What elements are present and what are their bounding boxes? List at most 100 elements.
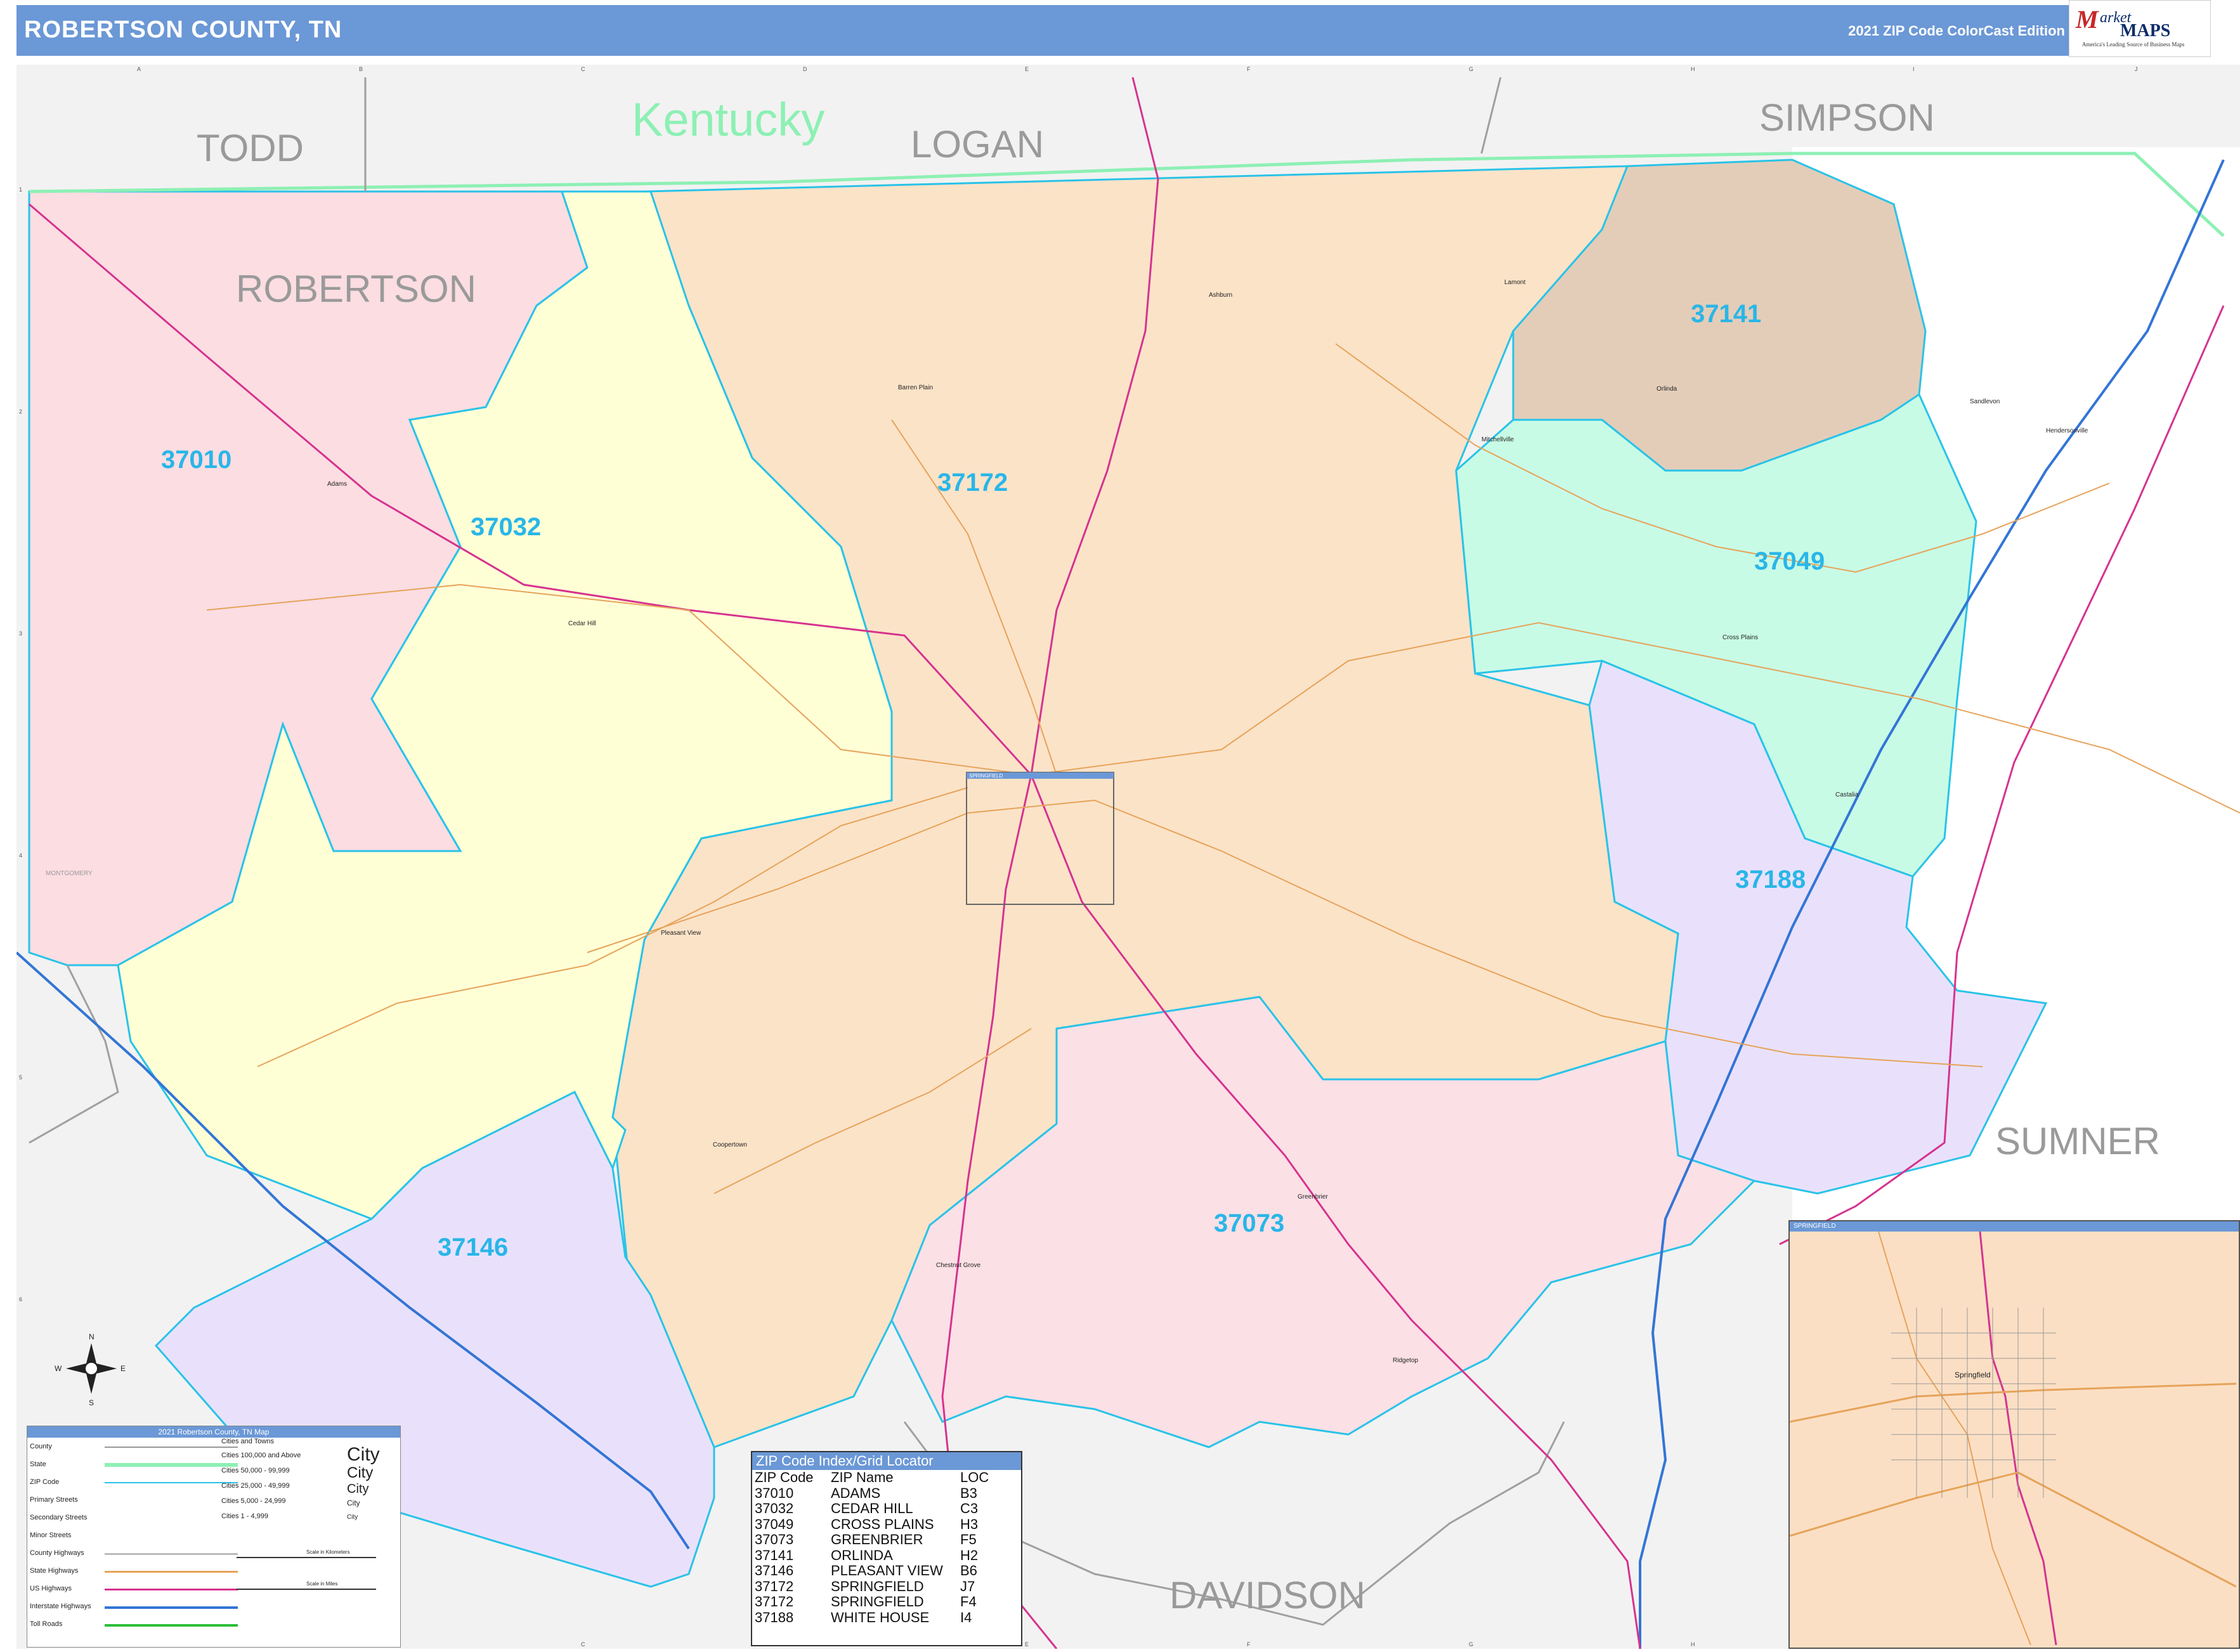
logo-tagline: America's Leading Source of Business Map… — [2082, 41, 2185, 48]
name-cell: GREENBRIER — [831, 1532, 923, 1547]
town-sandlevon: Sandlevon — [1970, 398, 2000, 405]
table-row: 37172 SPRINGFIELD J7 — [755, 1578, 989, 1595]
grid-col-label: G — [1469, 66, 1473, 72]
zip-cell: 37049 — [755, 1516, 794, 1532]
loc-cell: B3 — [960, 1485, 977, 1501]
zip-index-col-name: ZIP Name — [831, 1469, 894, 1485]
table-row: 37032 CEDAR HILL C3 — [755, 1500, 989, 1517]
loc-cell: H2 — [960, 1547, 979, 1563]
zip-label-37010: 37010 — [161, 446, 231, 474]
grid-col-label: A — [137, 66, 141, 72]
name-cell: ORLINDA — [831, 1547, 893, 1563]
name-cell: CROSS PLAINS — [831, 1516, 934, 1532]
label-logan: LOGAN — [911, 123, 1044, 166]
grid-col-label: H — [1691, 66, 1695, 72]
legend-scale-bar-km — [237, 1557, 376, 1558]
name-cell: ADAMS — [831, 1485, 881, 1501]
label-sumner: SUMNER — [1995, 1120, 2160, 1162]
zip-label-37172: 37172 — [937, 469, 1008, 497]
zip-label-37188: 37188 — [1735, 866, 1806, 894]
label-kentucky: Kentucky — [632, 93, 824, 146]
legend-swatch-state-hwy — [105, 1571, 238, 1573]
map-legend: 2021 Robertson County, TN Map County Sta… — [27, 1426, 401, 1648]
inset-city-label: Springfield — [1955, 1370, 1991, 1379]
edition-label: 2021 ZIP Code ColorCast Edition — [1848, 23, 2065, 39]
zip-label-37146: 37146 — [438, 1233, 508, 1261]
legend-city-1: Cities 100,000 and Above — [221, 1452, 301, 1459]
town-cross-plains: Cross Plains — [1722, 634, 1758, 641]
legend-city-3: Cities 25,000 - 49,999 — [221, 1482, 290, 1490]
compass-w: W — [55, 1364, 62, 1373]
inset-state-highway-2 — [1789, 1471, 2237, 1588]
legend-swatch-zip — [105, 1482, 238, 1483]
town-barren-plain: Barren Plain — [898, 384, 933, 391]
compass-n: N — [89, 1332, 94, 1341]
name-cell: PLEASANT VIEW — [831, 1563, 943, 1578]
grid-row-label: 4 — [19, 852, 22, 859]
table-row: 37188 WHITE HOUSE I4 — [755, 1610, 989, 1626]
zip-cell: 37141 — [755, 1547, 794, 1563]
zip-code-index: ZIP Code Index/Grid Locator ZIP Code ZIP… — [751, 1451, 1022, 1646]
table-row: 37073 GREENBRIER F5 — [755, 1532, 989, 1548]
grid-row-label: 2 — [19, 408, 22, 415]
zip-index-header-row: ZIP Code ZIP Name LOC — [755, 1469, 989, 1486]
legend-county-hwy: County Highways — [30, 1549, 84, 1557]
legend-primary: Primary Streets — [30, 1496, 78, 1504]
grid-row-label: 1 — [19, 186, 22, 193]
zip-cell: 37188 — [755, 1609, 794, 1625]
inset-street-grid — [1891, 1308, 2056, 1498]
town-pleasant-view: Pleasant View — [661, 930, 701, 937]
legend-scale-km: Scale in Kilometers — [306, 1549, 350, 1555]
name-cell: SPRINGFIELD — [831, 1594, 924, 1610]
loc-cell: I4 — [960, 1609, 972, 1625]
name-cell: WHITE HOUSE — [831, 1609, 930, 1625]
zip-label-37141: 37141 — [1691, 300, 1761, 328]
grid-col-label: C — [581, 66, 585, 72]
town-hendersonville: Hendersonville — [2046, 427, 2088, 434]
grid-row-label: 3 — [19, 630, 22, 637]
legend-swatch-interstate — [105, 1606, 238, 1609]
legend-county: County — [30, 1443, 52, 1450]
town-chestnut-grove: Chestnut Grove — [936, 1262, 980, 1269]
table-row: 37049 CROSS PLAINS H3 — [755, 1516, 989, 1533]
legend-us-hwy: US Highways — [30, 1585, 72, 1592]
table-row: 37172 SPRINGFIELD F4 — [755, 1594, 989, 1610]
table-row: 37010 ADAMS B3 — [755, 1485, 989, 1502]
label-davidson: DAVIDSON — [1169, 1574, 1365, 1616]
legend-state-hwy: State Highways — [30, 1567, 79, 1575]
zip-index-title: ZIP Code Index/Grid Locator — [752, 1452, 1021, 1470]
grid-col-label: D — [803, 66, 807, 72]
table-row: 37141 ORLINDA H2 — [755, 1547, 989, 1564]
logo-maps: MAPS — [2120, 21, 2171, 41]
town-coopertown: Coopertown — [713, 1141, 747, 1148]
grid-col-label: C — [581, 1641, 585, 1648]
zip-label-37049: 37049 — [1754, 547, 1825, 575]
grid-col-label: J — [2135, 66, 2138, 72]
zip-cell: 37010 — [755, 1485, 794, 1501]
label-todd: TODD — [197, 127, 304, 169]
inset-state-highway-1 — [1789, 1382, 2237, 1423]
springfield-locator-label: SPRINGFIELD — [969, 773, 1003, 779]
grid-col-label: E — [1025, 66, 1029, 72]
map-title: ROBERTSON COUNTY, TN — [24, 16, 342, 43]
town-greenbrier: Greenbrier — [1298, 1193, 1328, 1200]
market-maps-logo: M arket MAPS America's Leading Source of… — [2069, 0, 2211, 57]
legend-city-sample-3: City — [347, 1482, 369, 1496]
grid-col-label: G — [1469, 1641, 1473, 1648]
grid-col-label: E — [1025, 1641, 1029, 1648]
zip-label-37073: 37073 — [1214, 1209, 1284, 1237]
legend-interstate: Interstate Highways — [30, 1603, 91, 1610]
town-orlinda: Orlinda — [1657, 386, 1677, 393]
logo-m: M — [2076, 5, 2099, 34]
grid-col-label: F — [1247, 66, 1251, 72]
loc-cell: J7 — [960, 1578, 975, 1594]
legend-state: State — [30, 1460, 46, 1468]
grid-col-label: I — [1913, 66, 1915, 72]
legend-city-sample-2: City — [347, 1464, 374, 1481]
legend-city-2: Cities 50,000 - 99,999 — [221, 1467, 290, 1474]
zip-cell: 37172 — [755, 1578, 794, 1594]
legend-cities-header: Cities and Towns — [221, 1438, 274, 1445]
zip-cell: 37172 — [755, 1594, 794, 1610]
legend-swatch-toll — [105, 1624, 238, 1627]
loc-cell: B6 — [960, 1563, 977, 1578]
